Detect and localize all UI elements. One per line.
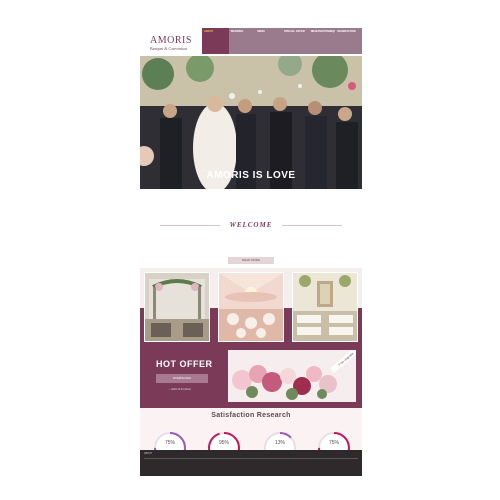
footer-divider: [144, 458, 358, 459]
gauge-value: 75%: [164, 440, 175, 446]
nav-item-about[interactable]: ABOUT: [202, 28, 229, 54]
gallery-image-banquet-hall[interactable]: [292, 272, 358, 342]
download-button[interactable]: DOWNLOAD: [156, 374, 208, 383]
nav-item-reservation[interactable]: RESERVATION: [335, 28, 362, 54]
hot-offer-title: HOT OFFER: [156, 359, 213, 369]
gallery-image-ballroom[interactable]: [218, 272, 284, 342]
nav-item-menu[interactable]: MENU: [255, 28, 282, 54]
research-title: Satisfaction Research: [211, 412, 291, 419]
nav-label[interactable]: MENU: [257, 30, 280, 34]
nav-item-reservation-inquiry[interactable]: RESERVATION/INQUIRY: [309, 28, 336, 54]
site-logo[interactable]: AMORIS Banquet & Convention: [150, 36, 200, 52]
gallery-image-garden-venue[interactable]: [144, 272, 210, 342]
gauge-value: 95%: [218, 440, 229, 446]
nav-item-special-offer[interactable]: SPECIAL OFFER: [282, 28, 309, 54]
read-more-button[interactable]: READ MORE: [228, 257, 274, 264]
divider: [282, 225, 342, 226]
gauge-value: 13%: [274, 440, 285, 446]
hero-banner: AMORIS IS LOVE: [140, 56, 362, 189]
page: AMORIS Banquet & Convention ABOUT WEDDIN…: [140, 28, 362, 476]
logo-tagline: Banquet & Convention: [150, 46, 188, 51]
footer-link[interactable]: ABOUT: [144, 452, 152, 455]
footer-links: ABOUT: [144, 452, 152, 455]
nav-label[interactable]: RESERVATION/INQUIRY: [311, 30, 336, 34]
site-header: AMORIS Banquet & Convention ABOUT WEDDIN…: [140, 28, 362, 56]
hero-title: AMORIS IS LOVE: [206, 170, 296, 181]
nav-label[interactable]: RESERVATION: [337, 30, 360, 34]
nav-label[interactable]: WEDDING: [231, 30, 254, 34]
site-footer: ABOUT: [140, 450, 362, 476]
logo-title: AMORIS: [150, 35, 192, 46]
hot-offer-section: HOT OFFER DOWNLOAD → 2018.12.31 (Mon) Fr…: [140, 346, 362, 408]
offer-date: → 2018.12.31 (Mon): [168, 388, 191, 391]
main-nav: ABOUT WEDDING MENU SPECIAL OFFER RESERVA…: [202, 28, 362, 54]
offer-photo[interactable]: Free Upgrade: [228, 350, 356, 402]
gauge-value: 75%: [328, 440, 339, 446]
nav-label[interactable]: SPECIAL OFFER: [284, 30, 307, 34]
nav-item-wedding[interactable]: WEDDING: [229, 28, 256, 54]
nav-label[interactable]: ABOUT: [204, 30, 227, 34]
